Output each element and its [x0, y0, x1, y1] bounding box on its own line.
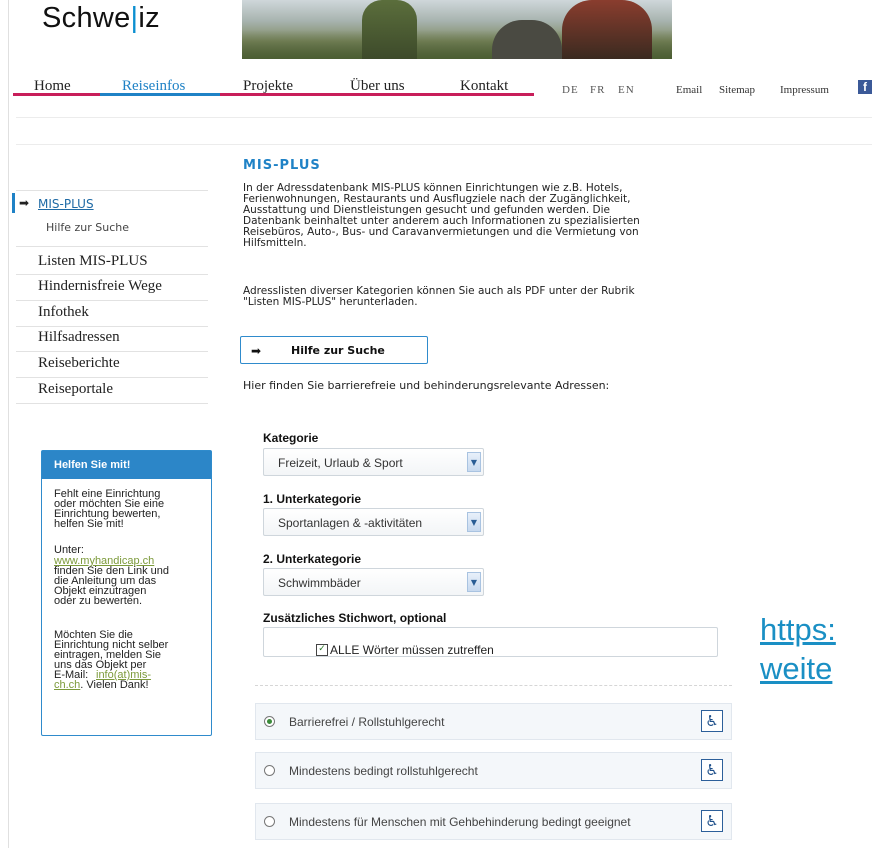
sidebar-separator [16, 300, 208, 301]
nav-underline [220, 93, 534, 96]
sidebar-separator [16, 274, 208, 275]
option-barrierefrei[interactable]: Barrierefrei / Rollstuhlgerecht ♿ [255, 703, 732, 740]
kategorie-select[interactable]: Freizeit, Urlaub & Sport ▼ [263, 448, 484, 476]
lang-en[interactable]: EN [618, 84, 635, 96]
help-box-text-suffix: finden Sie den Link und die Anleitung um… [54, 565, 169, 607]
chevron-down-icon: ▼ [467, 452, 481, 472]
pdf-paragraph: Adresslisten diverser Kategorien können … [243, 285, 635, 308]
external-link-fragment[interactable]: weite [760, 651, 832, 687]
sidebar-item-reiseportale[interactable]: Reiseportale [38, 381, 228, 398]
help-search-button-label: Hilfe zur Suche [291, 344, 385, 357]
email-link-cont[interactable]: ch.ch [54, 679, 80, 691]
sidebar-separator [16, 246, 208, 247]
keyword-label: Zusätzliches Stichwort, optional [263, 611, 447, 625]
help-search-button[interactable]: ➡ Hilfe zur Suche [240, 336, 428, 364]
radio-button[interactable] [264, 765, 275, 776]
unterkategorie2-select[interactable]: Schwimmbäder ▼ [263, 568, 484, 596]
radio-button[interactable] [264, 816, 275, 827]
sidebar-subitem-hilfe[interactable]: Hilfe zur Suche [46, 221, 129, 234]
external-link-fragment[interactable]: https: [760, 612, 836, 648]
sidebar-item-hilfsadressen[interactable]: Hilfsadressen [38, 329, 228, 346]
arrow-right-icon: ➡ [251, 344, 262, 358]
radio-button[interactable] [264, 716, 275, 727]
sidebar-item-mis-plus[interactable]: MIS-PLUS [38, 197, 94, 211]
sidebar-separator [16, 326, 208, 327]
content-divider [16, 144, 872, 145]
help-box-thanks: . Vielen Dank! [80, 679, 149, 691]
unterkategorie1-select[interactable]: Sportanlagen & -aktivitäten ▼ [263, 508, 484, 536]
assisted-wheelchair-icon: ♿ [701, 759, 723, 781]
help-box-text: Fehlt eine Einrichtung oder möchten Sie … [54, 488, 165, 530]
walking-aid-icon: ♿ [701, 810, 723, 832]
sidebar-separator [16, 190, 208, 191]
lang-fr[interactable]: FR [590, 84, 605, 96]
option-bedingt-rollstuhlgerecht[interactable]: Mindestens bedingt rollstuhlgerecht ♿ [255, 752, 732, 789]
sidebar-separator [16, 351, 208, 352]
util-sitemap[interactable]: Sitemap [719, 84, 755, 96]
sidebar-separator [16, 377, 208, 378]
search-intro: Hier finden Sie barrierefreie und behind… [243, 379, 610, 392]
unterkategorie1-label: 1. Unterkategorie [263, 492, 362, 506]
wheelchair-icon: ♿ [701, 710, 723, 732]
util-impressum[interactable]: Impressum [780, 84, 829, 96]
nav-underline [13, 93, 100, 96]
option-gehbehinderung[interactable]: Mindestens für Menschen mit Gehbehinderu… [255, 803, 732, 840]
all-words-label: ALLE Wörter müssen zutreffen [330, 643, 494, 657]
chevron-down-icon: ▼ [467, 572, 481, 592]
sidebar-item-listen[interactable]: Listen MIS-PLUS [38, 253, 228, 270]
arrow-right-icon: ➡ [19, 196, 30, 210]
help-box-title: Helfen Sie mit! [42, 451, 211, 479]
help-box-text-prefix: Unter: [54, 544, 84, 556]
page-title: MIS-PLUS [243, 158, 321, 173]
kategorie-label: Kategorie [263, 431, 319, 445]
site-logo[interactable]: Schwe|iz [42, 2, 160, 35]
left-edge-line [8, 0, 9, 848]
sidebar-item-hindernisfreie-wege[interactable]: Hindernisfreie Wege [38, 278, 228, 295]
header-banner-image [242, 0, 672, 59]
facebook-icon[interactable]: f [858, 80, 872, 94]
chevron-down-icon: ▼ [467, 512, 481, 532]
intro-paragraph: In der Adressdatenbank MIS-PLUS können E… [243, 182, 640, 249]
sidebar-active-indicator [12, 193, 15, 213]
sidebar-item-infothek[interactable]: Infothek [38, 304, 228, 321]
util-email[interactable]: Email [676, 84, 702, 96]
all-words-checkbox[interactable]: ✓ [316, 644, 328, 656]
lang-de[interactable]: DE [562, 84, 579, 96]
nav-underline-active [100, 93, 220, 96]
sidebar-separator [16, 403, 208, 404]
sidebar-item-reiseberichte[interactable]: Reiseberichte [38, 355, 228, 372]
unterkategorie2-label: 2. Unterkategorie [263, 552, 362, 566]
header-divider [16, 117, 872, 118]
form-divider [255, 685, 732, 686]
